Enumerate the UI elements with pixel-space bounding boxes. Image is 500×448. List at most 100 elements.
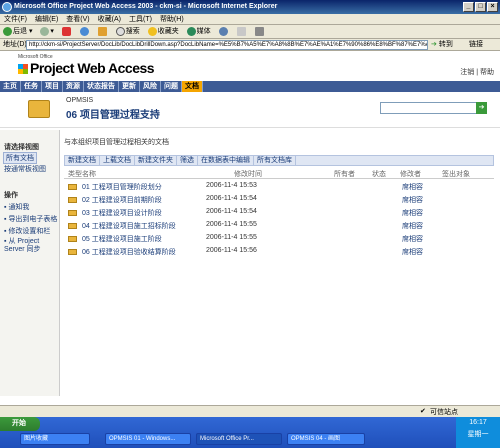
table-row[interactable]: 03 工程建设项目设计阶段 2006-11-4 15:54 席相容 — [64, 208, 494, 218]
table-row[interactable]: 05 工程建设项目施工阶段 2006-11-4 15:55 席相容 — [64, 234, 494, 244]
ie-icon — [2, 2, 12, 12]
col-owner[interactable]: 所有者 — [334, 169, 355, 179]
row-name[interactable]: 05 工程建设项目施工阶段 — [82, 234, 162, 244]
browser-toolbar: 后退 ▾ ▾ 搜索 收藏夹 媒体 — [0, 25, 500, 39]
nav-tab-7[interactable]: 问题 — [161, 81, 182, 92]
go-button[interactable]: ➔ 转到 — [431, 40, 453, 50]
col-status[interactable]: 状态 — [372, 169, 386, 179]
forward-arrow-icon — [40, 26, 50, 36]
menu-bar: 文件(F) 编辑(E) 查看(V) 收藏(A) 工具(T) 帮助(H) — [0, 14, 500, 25]
table-row[interactable]: 01 工程项目管理阶段划分 2006-11-4 15:53 席相容 — [64, 182, 494, 192]
row-modifier[interactable]: 席相容 — [402, 208, 423, 218]
folder-icon — [68, 197, 77, 203]
site-name: OPMSIS — [66, 97, 94, 104]
col-name[interactable]: 名称 — [82, 169, 96, 179]
col-type[interactable]: 类型 — [68, 169, 82, 179]
stop-button[interactable] — [59, 25, 75, 39]
home-button[interactable] — [95, 25, 111, 39]
favorites-button[interactable]: 收藏夹 — [145, 25, 182, 39]
row-name[interactable]: 03 工程建设项目设计阶段 — [82, 208, 162, 218]
doc-toolbar-button-2[interactable]: 新建文件夹 — [135, 156, 177, 165]
nav-tab-2[interactable]: 项目 — [42, 81, 63, 92]
header-links[interactable]: 注销 | 帮助 — [460, 67, 494, 77]
col-modified[interactable]: 修改时间 — [234, 169, 262, 179]
task-ms-office[interactable]: Microsoft Office Pr... — [196, 433, 282, 445]
col-checked-out[interactable]: 签出对象 — [442, 169, 470, 179]
actions-header: 操作 — [4, 192, 18, 199]
mail-button[interactable] — [234, 25, 250, 39]
row-modifier[interactable]: 席相容 — [402, 182, 423, 192]
media-button[interactable]: 媒体 — [184, 25, 214, 39]
nav-tab-8[interactable]: 文档 — [182, 81, 203, 92]
doc-toolbar-button-4[interactable]: 在数据表中编辑 — [198, 156, 254, 165]
task-opmsis-04[interactable]: OPMSIS 04 - 画图 — [287, 433, 365, 445]
row-modifier[interactable]: 席相容 — [402, 221, 423, 231]
view-explorer[interactable]: 按通常板视图 — [4, 164, 46, 174]
doc-toolbar-button-0[interactable]: 新建文档 — [65, 156, 100, 165]
doc-toolbar-button-3[interactable]: 筛选 — [177, 156, 198, 165]
row-name[interactable]: 04 工程建设项目施工招标阶段 — [82, 221, 176, 231]
search-go-button[interactable]: ➔ — [476, 102, 487, 114]
pwa-header: Microsoft Office Project Web Access 注销 |… — [0, 51, 500, 81]
row-modifier[interactable]: 席相容 — [402, 195, 423, 205]
nav-tab-5[interactable]: 更新 — [119, 81, 140, 92]
row-modifier[interactable]: 席相容 — [402, 247, 423, 257]
menu-tools[interactable]: 工具(T) — [125, 14, 156, 25]
row-name[interactable]: 06 工程建设项目验收结算阶段 — [82, 247, 176, 257]
start-button[interactable]: 开始 — [0, 417, 40, 431]
view-all-documents[interactable]: 所有文档 — [3, 152, 37, 164]
search-button[interactable]: 搜索 — [113, 25, 143, 39]
nav-tab-4[interactable]: 状态报告 — [84, 81, 119, 92]
go-arrow-icon: ➔ — [431, 41, 437, 48]
history-button[interactable] — [216, 25, 232, 39]
clock: 16:17 — [469, 419, 487, 426]
row-name[interactable]: 02 工程建设项目前期阶段 — [82, 195, 162, 205]
menu-edit[interactable]: 编辑(E) — [31, 14, 62, 25]
forward-button[interactable]: ▾ — [37, 25, 57, 39]
menu-view[interactable]: 查看(V) — [62, 14, 93, 25]
row-modifier[interactable]: 席相容 — [402, 234, 423, 244]
menu-file[interactable]: 文件(F) — [0, 14, 31, 25]
action-alert-me[interactable]: ▪ 通知我 — [4, 202, 29, 212]
task-opmsis-01[interactable]: OPMSIS 01 - Windows... — [105, 433, 191, 445]
task-pictures[interactable]: 图片收藏 — [20, 433, 90, 445]
back-arrow-icon — [3, 26, 12, 36]
folder-icon — [68, 236, 77, 242]
nav-tab-6[interactable]: 风险 — [140, 81, 161, 92]
folder-icon — [68, 223, 77, 229]
folder-icon — [68, 184, 77, 190]
minimize-button[interactable]: _ — [463, 2, 474, 12]
row-modified-date: 2006-11-4 15:56 — [206, 247, 257, 254]
nav-tab-3[interactable]: 资源 — [63, 81, 84, 92]
refresh-button[interactable] — [77, 25, 93, 39]
back-button[interactable]: 后退 ▾ — [0, 25, 35, 39]
menu-help[interactable]: 帮助(H) — [156, 14, 188, 25]
search-icon — [115, 26, 125, 36]
action-export[interactable]: ▪ 导出到电子表格 — [4, 214, 57, 224]
page-description: 与本组织项目管理过程相关的文档 — [64, 139, 169, 146]
search-input[interactable] — [380, 102, 487, 114]
address-bar: 地址(D) http://ckm-si/ProjectServer/DocLib… — [0, 39, 500, 51]
table-row[interactable]: 02 工程建设项目前期阶段 2006-11-4 15:54 席相容 — [64, 195, 494, 205]
menu-favorites[interactable]: 收藏(A) — [94, 14, 125, 25]
row-name[interactable]: 01 工程项目管理阶段划分 — [82, 182, 162, 192]
table-row[interactable]: 04 工程建设项目施工招标阶段 2006-11-4 15:55 席相容 — [64, 221, 494, 231]
document-toolbar: 新建文档 上载文档 新建文件夹 筛选 在数据表中编辑 所有文档库 — [64, 155, 494, 166]
print-button[interactable] — [252, 25, 268, 39]
maximize-button[interactable]: □ — [475, 2, 486, 12]
address-input[interactable]: http://ckm-si/ProjectServer/DocLib/DocLi… — [26, 40, 428, 50]
doc-toolbar-button-5[interactable]: 所有文档库 — [254, 156, 296, 165]
product-logo: Project Web Access — [18, 60, 155, 76]
action-settings[interactable]: ▪ 修改设置和栏 — [4, 226, 50, 236]
nav-tab-0[interactable]: 主页 — [0, 81, 21, 92]
doc-toolbar-button-1[interactable]: 上载文档 — [100, 156, 135, 165]
action-sync[interactable]: ▪ 从 Project Server 同步 — [4, 238, 56, 254]
col-modified-by[interactable]: 修改者 — [400, 169, 421, 179]
table-row[interactable]: 06 工程建设项目验收结算阶段 2006-11-4 15:56 席相容 — [64, 247, 494, 257]
close-button[interactable]: × — [487, 2, 498, 12]
nav-tab-1[interactable]: 任务 — [21, 81, 42, 92]
links-button[interactable]: 链接 — [469, 39, 483, 51]
page-header: OPMSIS 06 项目管理过程支持 ➔ — [0, 92, 500, 128]
page-title: 06 项目管理过程支持 — [66, 110, 160, 121]
table-header: 类型 名称 修改时间 所有者 状态 修改者 签出对象 — [64, 169, 494, 179]
